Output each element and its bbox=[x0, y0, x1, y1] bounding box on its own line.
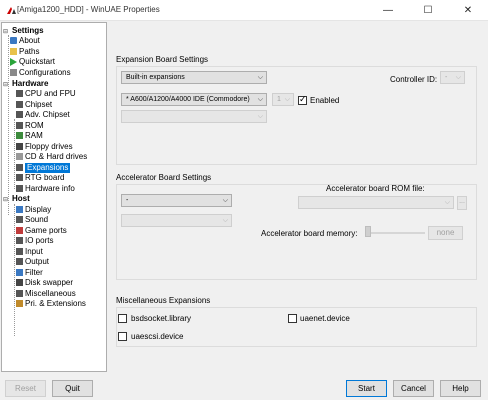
chevron-down-icon: ⌵ bbox=[444, 199, 450, 206]
chevron-down-icon: ⌵ bbox=[222, 217, 228, 224]
play-icon bbox=[10, 58, 17, 66]
uaenet-checkbox[interactable] bbox=[288, 314, 297, 323]
chevron-down-icon: ⌵ bbox=[257, 113, 263, 120]
info-icon bbox=[16, 185, 23, 192]
chevron-down-icon: ⌵ bbox=[455, 74, 461, 81]
start-button[interactable]: Start bbox=[346, 380, 387, 397]
drive-icon bbox=[16, 153, 23, 160]
about-icon bbox=[10, 37, 17, 44]
misc-group-title: Miscellaneous Expansions bbox=[116, 296, 211, 305]
collapse-icon[interactable]: ⊟ bbox=[3, 195, 8, 205]
enabled-checkbox[interactable] bbox=[298, 94, 307, 105]
filter-icon bbox=[16, 269, 23, 276]
expansion-type-select[interactable]: Built-in expansions ⌵ bbox=[121, 71, 267, 84]
accelerator-rom-label: Accelerator board ROM file: bbox=[326, 184, 425, 193]
accelerator-sub-select[interactable]: ⌵ bbox=[121, 214, 232, 227]
expansion-icon bbox=[16, 164, 23, 171]
title-bar[interactable]: [Amiga1200_HDD] - WinUAE Properties — ☐ … bbox=[0, 0, 488, 21]
controller-id-label: Controller ID: bbox=[390, 75, 438, 84]
collapse-icon[interactable]: ⊟ bbox=[3, 80, 8, 90]
unit-select[interactable]: 1 ⌵ bbox=[272, 93, 294, 106]
rom-icon bbox=[16, 122, 23, 129]
close-button[interactable]: ✕ bbox=[448, 0, 488, 21]
folder-icon bbox=[10, 48, 17, 55]
output-icon bbox=[16, 258, 23, 265]
enabled-label: Enabled bbox=[310, 96, 340, 105]
memory-slider-thumb[interactable] bbox=[365, 226, 371, 237]
bsdsocket-checkbox[interactable] bbox=[118, 314, 127, 323]
port-icon bbox=[16, 237, 23, 244]
bsdsocket-label: bsdsocket.library bbox=[131, 314, 192, 323]
help-button[interactable]: Help bbox=[440, 380, 481, 397]
uaenet-label: uaenet.device bbox=[300, 314, 350, 323]
misc-icon bbox=[16, 290, 23, 297]
app-icon bbox=[7, 7, 16, 14]
chevron-down-icon: ⌵ bbox=[284, 96, 290, 103]
cancel-button[interactable]: Cancel bbox=[393, 380, 434, 397]
controller-id-select[interactable]: - ⌵ bbox=[440, 71, 465, 84]
expansion-board-select[interactable]: * A600/A1200/A4000 IDE (Commodore) ⌵ bbox=[121, 93, 267, 106]
memory-value: none bbox=[428, 226, 463, 240]
chevron-down-icon: ⌵ bbox=[257, 74, 263, 81]
chevron-down-icon: ⌵ bbox=[257, 96, 263, 103]
uaescsi-label: uaescsi.device bbox=[131, 332, 184, 341]
uaescsi-checkbox[interactable] bbox=[118, 332, 127, 341]
browse-rom-button[interactable]: ... bbox=[457, 196, 467, 210]
maximize-icon: ☐ bbox=[423, 5, 433, 16]
joystick-icon bbox=[16, 227, 23, 234]
keyboard-icon bbox=[16, 248, 23, 255]
floppy-icon bbox=[16, 143, 23, 150]
memory-slider-track[interactable] bbox=[365, 232, 425, 234]
minimize-button[interactable]: — bbox=[368, 0, 408, 21]
accelerator-group-title: Accelerator Board Settings bbox=[116, 173, 212, 182]
chip-icon bbox=[16, 111, 23, 118]
display-icon bbox=[16, 206, 23, 213]
chevron-down-icon: ⌵ bbox=[222, 197, 228, 204]
speaker-icon bbox=[16, 216, 23, 223]
chip-icon bbox=[16, 101, 23, 108]
accelerator-board-select[interactable]: - ⌵ bbox=[121, 194, 232, 207]
collapse-icon[interactable]: ⊟ bbox=[3, 27, 8, 37]
minimize-icon: — bbox=[383, 5, 393, 16]
disk-icon bbox=[16, 279, 23, 286]
priority-icon bbox=[16, 300, 23, 307]
expansion-group-title: Expansion Board Settings bbox=[116, 55, 209, 64]
ram-icon bbox=[16, 132, 23, 139]
config-icon bbox=[10, 69, 17, 76]
accelerator-memory-label: Accelerator board memory: bbox=[261, 229, 358, 238]
window-title: [Amiga1200_HDD] - WinUAE Properties bbox=[17, 5, 160, 14]
accelerator-rom-select[interactable]: ⌵ bbox=[298, 196, 454, 209]
misc-group bbox=[116, 307, 477, 347]
settings-tree[interactable]: ⊟ Settings About Paths Quickstart Config… bbox=[1, 22, 107, 372]
quit-button[interactable]: Quit bbox=[52, 380, 93, 397]
expansion-sub-select[interactable]: ⌵ bbox=[121, 110, 267, 123]
close-icon: ✕ bbox=[463, 5, 473, 16]
cpu-icon bbox=[16, 90, 23, 97]
rtg-icon bbox=[16, 174, 23, 181]
reset-button[interactable]: Reset bbox=[5, 380, 46, 397]
maximize-button[interactable]: ☐ bbox=[408, 0, 448, 21]
